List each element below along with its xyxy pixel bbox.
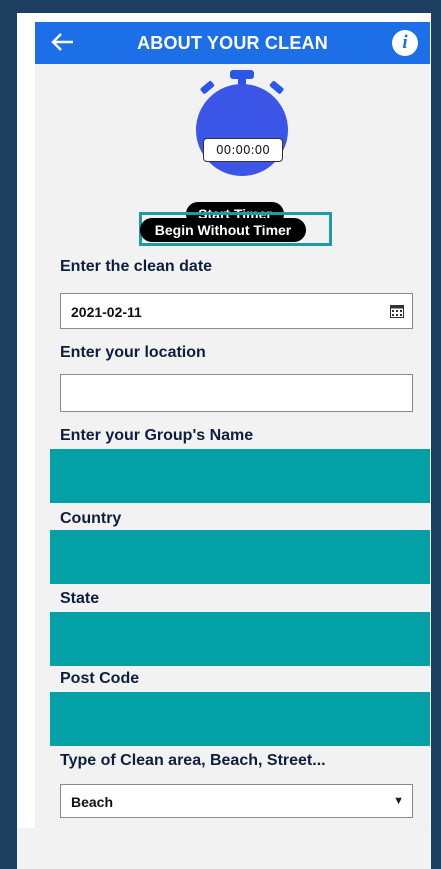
app-screen: ABOUT YOUR CLEAN i 00:00:00 Start Timer …: [35, 22, 430, 828]
info-icon[interactable]: i: [392, 30, 418, 56]
frame-top-border: [0, 0, 441, 13]
chevron-down-icon: ▼: [393, 795, 404, 807]
device-frame: ABOUT YOUR CLEAN i 00:00:00 Start Timer …: [0, 0, 441, 869]
location-input[interactable]: [60, 374, 413, 412]
post-code-label: Post Code: [60, 670, 140, 687]
group-name-label: Enter your Group's Name: [60, 427, 254, 444]
begin-without-timer-button[interactable]: Begin Without Timer: [140, 218, 306, 242]
bottom-area: [17, 828, 431, 869]
stopwatch-icon: [196, 70, 288, 176]
group-name-field[interactable]: [50, 449, 430, 503]
date-label: Enter the clean date: [60, 258, 213, 275]
date-field[interactable]: 2021-02-11: [60, 293, 413, 329]
country-field[interactable]: [50, 530, 430, 584]
clean-area-value: Beach: [71, 794, 114, 810]
timer-display: 00:00:00: [203, 138, 283, 162]
arrow-left-icon[interactable]: [49, 28, 79, 58]
location-label: Enter your location: [60, 344, 206, 361]
frame-left-border: [0, 0, 17, 869]
country-label: Country: [60, 510, 122, 527]
date-value: 2021-02-11: [71, 304, 142, 320]
state-label: State: [60, 590, 100, 607]
state-field[interactable]: [50, 612, 430, 666]
header-bar: ABOUT YOUR CLEAN i: [35, 22, 430, 64]
post-code-field[interactable]: [50, 692, 430, 746]
calendar-icon[interactable]: [390, 305, 404, 318]
frame-right-border: [431, 0, 441, 869]
page-title: ABOUT YOUR CLEAN: [137, 33, 328, 53]
clean-area-label: Type of Clean area, Beach, Street...: [60, 752, 326, 769]
clean-area-select[interactable]: Beach ▼: [60, 784, 413, 818]
